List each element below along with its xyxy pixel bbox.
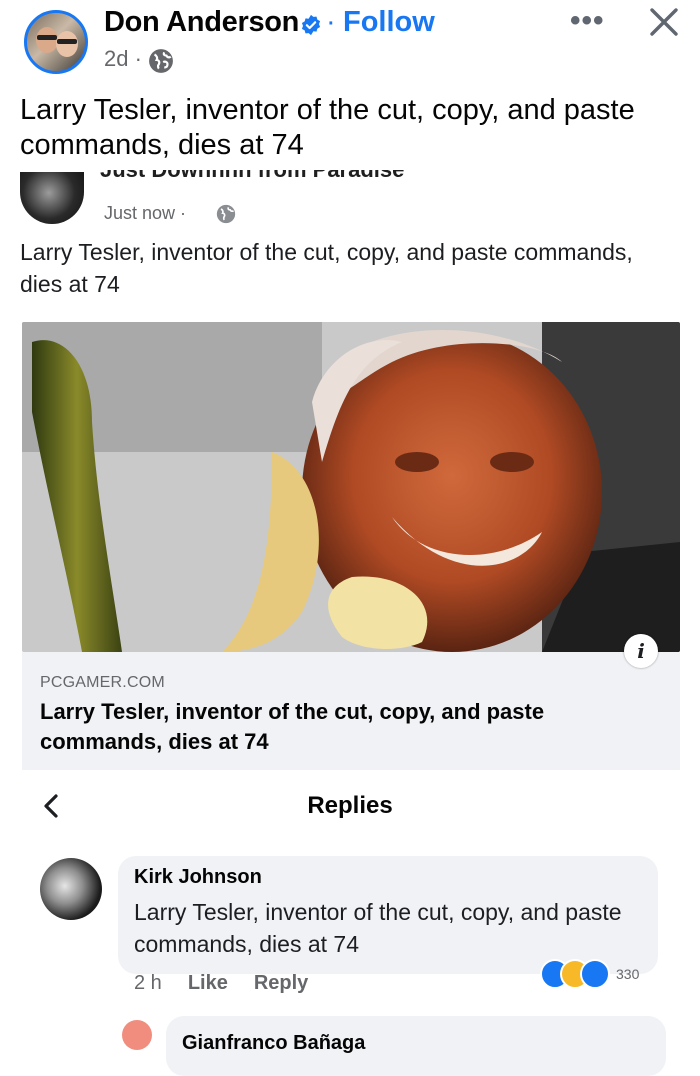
comment-text: Larry Tesler, inventor of the cut, copy,… — [134, 899, 622, 957]
author-name[interactable]: Don Anderson — [104, 6, 299, 39]
separator-dot: · — [326, 6, 336, 38]
comment-time: 2 h — [134, 972, 162, 994]
link-title[interactable]: Larry Tesler, inventor of the cut, copy,… — [40, 697, 650, 757]
embedded-author-text: Just Downnnn from Paradise — [100, 170, 404, 183]
globe-icon — [149, 49, 173, 73]
link-preview-image — [22, 322, 680, 652]
post-caption: Larry Tesler, inventor of the cut, copy,… — [20, 94, 635, 161]
avatar-glasses — [37, 35, 57, 40]
verified-badge-icon — [301, 14, 321, 36]
portrait-illustration — [22, 322, 680, 652]
info-icon[interactable]: i — [624, 634, 658, 668]
commenter-avatar[interactable] — [122, 1020, 152, 1050]
embedded-caption: Larry Tesler, inventor of the cut, copy,… — [20, 239, 633, 297]
post-time[interactable]: 2d · — [104, 46, 142, 72]
reaction-count[interactable]: 330 — [616, 966, 639, 982]
commenter-avatar[interactable] — [40, 858, 102, 920]
close-icon[interactable] — [646, 4, 682, 40]
globe-icon — [216, 204, 236, 224]
reply-button[interactable]: Reply — [254, 972, 308, 994]
commenter-name[interactable]: Gianfranco Bañaga — [182, 1032, 365, 1055]
replies-title: Replies — [307, 792, 393, 819]
embedded-post-time: Just now · — [104, 203, 187, 223]
follow-button[interactable]: Follow — [343, 6, 435, 39]
comment-actions: 2 h Like Reply — [134, 972, 334, 995]
wow-reaction-icon — [580, 959, 610, 989]
embedded-author-name-cropped: Just Downnnn from Paradise — [100, 170, 440, 184]
like-button[interactable]: Like — [188, 972, 228, 994]
avatar-face — [56, 31, 78, 57]
more-icon[interactable]: ••• — [570, 4, 605, 38]
avatar-glasses — [57, 39, 77, 44]
avatar-face — [36, 27, 58, 53]
commenter-name[interactable]: Kirk Johnson — [134, 866, 262, 889]
author-avatar[interactable] — [24, 10, 88, 74]
link-domain: PCGAMER.COM — [40, 674, 165, 691]
